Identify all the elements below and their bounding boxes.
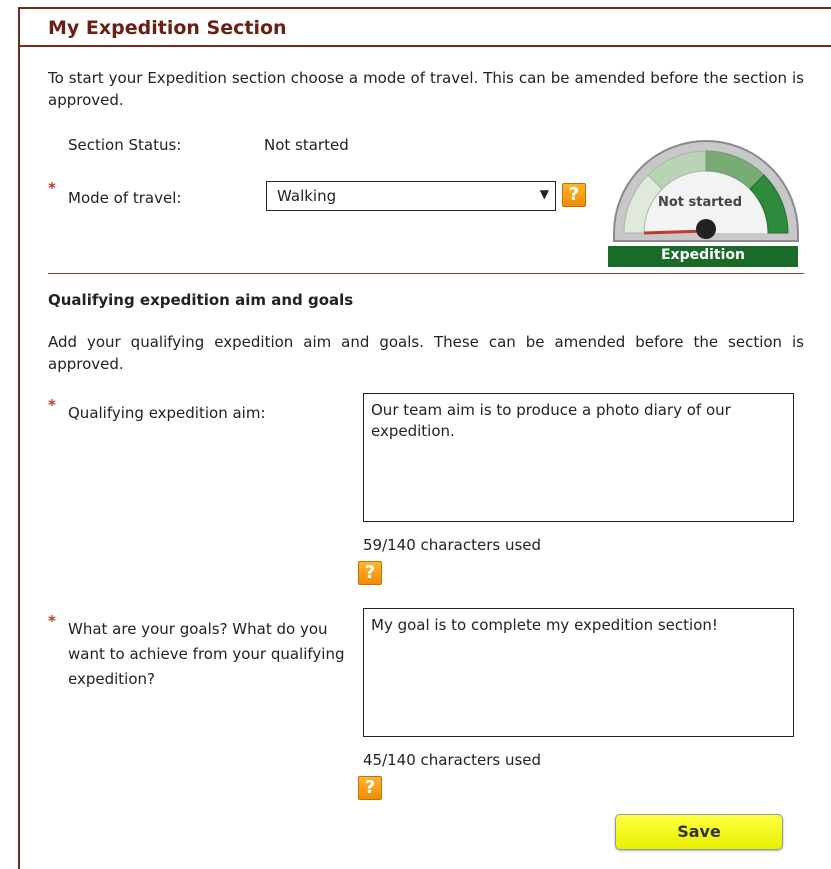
mode-of-travel-label: Mode of travel: (68, 189, 182, 207)
section-divider (48, 273, 804, 274)
help-icon[interactable]: ? (358, 561, 382, 585)
section-panel: My Expedition Section To start your Expe… (18, 7, 831, 869)
section-status-label: Section Status: (68, 136, 182, 154)
gauge-banner-text: Expedition (660, 247, 745, 263)
required-marker: * (48, 179, 56, 197)
goals-label: What are your goals? What do you want to… (68, 620, 345, 688)
mode-of-travel-value: Walking (277, 187, 337, 205)
goals-character-counter: 45/140 characters used (363, 751, 542, 769)
required-marker: * (48, 396, 56, 414)
intro-text: To start your Expedition section choose … (48, 69, 804, 109)
goals-textarea[interactable]: My goal is to complete my expedition sec… (363, 608, 794, 737)
required-marker: * (48, 612, 56, 630)
save-button[interactable]: Save (615, 814, 783, 850)
dropdown-arrow-icon: ▼ (539, 187, 549, 201)
mode-of-travel-select[interactable]: Walking ▼ (266, 181, 556, 211)
aim-character-counter: 59/140 characters used (363, 536, 542, 554)
gauge-status-text: Not started (658, 195, 743, 210)
help-icon[interactable]: ? (562, 183, 586, 207)
help-icon[interactable]: ? (358, 776, 382, 800)
aim-label: Qualifying expedition aim: (68, 404, 266, 422)
progress-gauge: Not started Expedition (608, 129, 804, 267)
aims-description: Add your qualifying expedition aim and g… (48, 333, 804, 373)
section-header: My Expedition Section (20, 9, 831, 47)
page-title: My Expedition Section (48, 17, 287, 39)
aims-heading: Qualifying expedition aim and goals (48, 291, 354, 309)
aim-textarea[interactable]: Our team aim is to produce a photo diary… (363, 393, 794, 522)
section-status-value: Not started (264, 136, 349, 154)
